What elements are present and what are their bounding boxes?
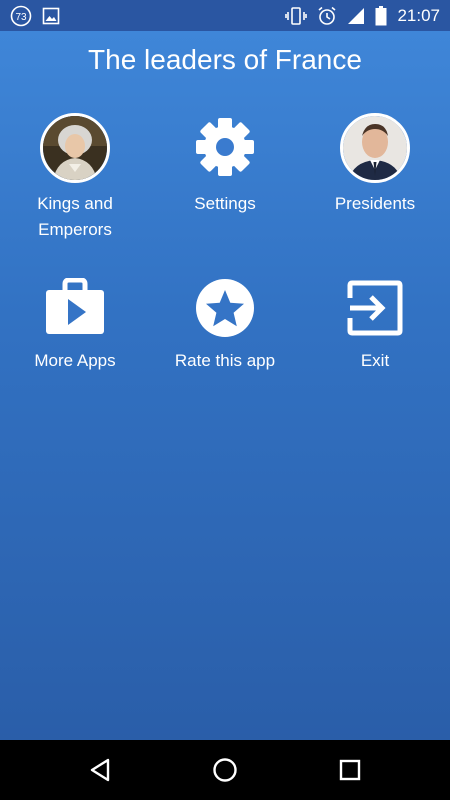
presidents-button[interactable]: Presidents [300, 113, 450, 217]
back-icon[interactable] [85, 755, 115, 785]
home-icon[interactable] [210, 755, 240, 785]
king-portrait-image [43, 116, 107, 180]
president-portrait-image [343, 116, 407, 180]
vibrate-icon [285, 6, 308, 25]
exit-button[interactable]: Exit [300, 280, 450, 374]
svg-text:73: 73 [15, 12, 27, 23]
settings-label: Settings [194, 194, 256, 213]
recents-icon[interactable] [335, 755, 365, 785]
status-bar: 73 21:07 [0, 0, 450, 31]
more-apps-button[interactable]: More Apps [0, 278, 150, 374]
notification-73-icon: 73 [10, 5, 32, 27]
kings-portrait-avatar [40, 113, 110, 183]
more-apps-label: More Apps [34, 351, 116, 370]
signal-icon [348, 7, 365, 24]
kings-and-emperors-label: Kings and Emperors [37, 194, 113, 239]
exit-label: Exit [360, 351, 390, 370]
kings-and-emperors-button[interactable]: Kings and Emperors [0, 113, 150, 243]
star-circle-icon [196, 279, 254, 337]
clock: 21:07 [397, 6, 440, 25]
battery-icon [375, 5, 387, 25]
image-icon [42, 7, 60, 25]
presidents-label: Presidents [334, 194, 416, 213]
gear-icon [196, 118, 254, 176]
navigation-bar [0, 740, 450, 800]
page-title: The leaders of France [88, 44, 362, 75]
presidents-portrait-avatar [340, 113, 410, 183]
alarm-icon [318, 6, 336, 25]
settings-button[interactable]: Settings [150, 117, 300, 217]
rate-app-label: Rate this app [174, 351, 276, 370]
exit-icon [347, 280, 403, 336]
rate-app-button[interactable]: Rate this app [150, 278, 300, 374]
shopping-bag-play-icon [46, 278, 104, 334]
